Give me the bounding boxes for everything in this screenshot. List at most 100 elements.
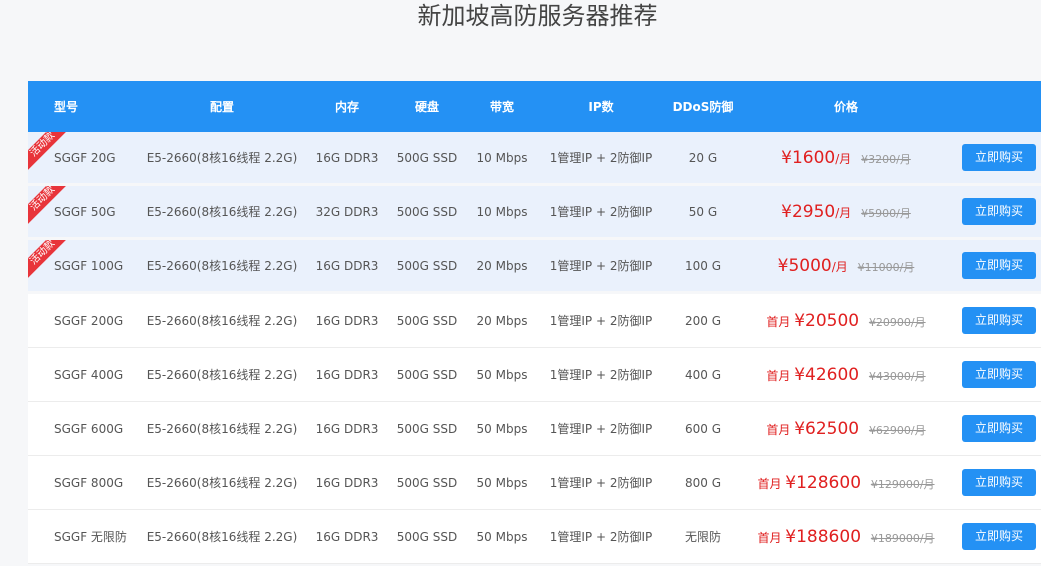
- cell-price: 首月 ¥128600 ¥129000/月: [748, 473, 944, 493]
- price-current: ¥188600: [785, 526, 862, 547]
- price-unit: /月: [835, 205, 852, 220]
- cell-cpu: E5-2660(8核16线程 2.2G): [146, 205, 298, 219]
- buy-now-button[interactable]: 立即购买: [962, 469, 1036, 496]
- buy-now-button[interactable]: 立即购买: [962, 415, 1036, 442]
- cell-bandwidth: 50 Mbps: [476, 421, 528, 436]
- cell-disk: 500G SSD: [396, 258, 458, 273]
- cell-cpu: E5-2660(8核16线程 2.2G): [146, 422, 298, 436]
- header-model: 型号: [54, 100, 79, 114]
- cell-cpu: E5-2660(8核16线程 2.2G): [146, 314, 298, 328]
- header-bandwidth: 带宽: [489, 100, 514, 114]
- buy-now-button[interactable]: 立即购买: [962, 198, 1036, 225]
- cell-price: 首月 ¥188600 ¥189000/月: [748, 527, 944, 547]
- price-current: ¥62500: [794, 418, 860, 439]
- cell-buy: 立即购买: [944, 198, 1041, 225]
- cell-disk: 500G SSD: [396, 150, 458, 165]
- header-memory: 内存: [334, 100, 359, 114]
- cell-buy: 立即购买: [944, 361, 1041, 388]
- header-price: 价格: [833, 100, 858, 114]
- cell-price: 首月 ¥20500 ¥20900/月: [748, 311, 944, 331]
- price-current: ¥1600: [781, 147, 836, 168]
- cell-ip: 1管理IP + 2防御IP: [549, 422, 653, 436]
- cell-memory: 16G DDR3: [315, 529, 379, 544]
- cell-model: SGGF 600G: [54, 421, 124, 436]
- price-current: ¥2950: [781, 201, 836, 222]
- buy-now-button[interactable]: 立即购买: [962, 361, 1036, 388]
- cell-model: SGGF 800G: [54, 475, 124, 490]
- price-unit: /月: [831, 259, 848, 274]
- price-prefix: 首月: [757, 476, 782, 491]
- cell-model: SGGF 400G: [54, 367, 124, 382]
- server-pricing-table: 型号 配置 内存 硬盘 带宽 IP数 DDoS防御 价格 活动款 SGGF 20…: [28, 81, 1041, 564]
- cell-ddos: 20 G: [688, 150, 718, 165]
- cell-cpu: E5-2660(8核16线程 2.2G): [146, 476, 298, 490]
- table-row: SGGF 600G E5-2660(8核16线程 2.2G) 16G DDR3 …: [28, 402, 1041, 456]
- cell-bandwidth: 20 Mbps: [476, 313, 528, 328]
- table-body: 活动款 SGGF 20G E5-2660(8核16线程 2.2G) 16G DD…: [28, 132, 1041, 564]
- cell-cpu: E5-2660(8核16线程 2.2G): [146, 368, 298, 382]
- cell-memory: 32G DDR3: [315, 204, 379, 219]
- cell-price: ¥2950/月 ¥5900/月: [748, 202, 944, 222]
- cell-ip: 1管理IP + 2防御IP: [549, 314, 653, 328]
- cell-cpu: E5-2660(8核16线程 2.2G): [146, 259, 298, 273]
- price-unit: /月: [835, 151, 852, 166]
- cell-memory: 16G DDR3: [315, 475, 379, 490]
- cell-ip: 1管理IP + 2防御IP: [549, 205, 653, 219]
- buy-now-button[interactable]: 立即购买: [962, 144, 1036, 171]
- cell-price: ¥5000/月 ¥11000/月: [748, 256, 944, 276]
- cell-model: SGGF 20G: [54, 150, 116, 165]
- cell-disk: 500G SSD: [396, 529, 458, 544]
- cell-buy: 立即购买: [944, 252, 1041, 279]
- table-row: 活动款 SGGF 20G E5-2660(8核16线程 2.2G) 16G DD…: [28, 132, 1041, 186]
- cell-ddos: 800 G: [684, 475, 722, 490]
- price-current: ¥20500: [794, 310, 860, 331]
- cell-memory: 16G DDR3: [315, 313, 379, 328]
- cell-model: SGGF 50G: [54, 204, 116, 219]
- cell-ddos: 100 G: [684, 258, 722, 273]
- cell-price: 首月 ¥62500 ¥62900/月: [748, 419, 944, 439]
- cell-ip: 1管理IP + 2防御IP: [549, 530, 653, 544]
- header-ip: IP数: [588, 100, 614, 114]
- cell-disk: 500G SSD: [396, 475, 458, 490]
- price-original: ¥62900/月: [868, 423, 926, 437]
- cell-buy: 立即购买: [944, 523, 1041, 550]
- price-current: ¥128600: [785, 472, 862, 493]
- table-row: SGGF 200G E5-2660(8核16线程 2.2G) 16G DDR3 …: [28, 294, 1041, 348]
- price-original: ¥11000/月: [857, 260, 915, 274]
- cell-bandwidth: 10 Mbps: [476, 204, 528, 219]
- cell-buy: 立即购买: [944, 144, 1041, 171]
- table-row: SGGF 400G E5-2660(8核16线程 2.2G) 16G DDR3 …: [28, 348, 1041, 402]
- header-disk: 硬盘: [414, 100, 439, 114]
- price-original: ¥3200/月: [861, 152, 911, 166]
- price-current: ¥5000: [777, 255, 832, 276]
- price-original: ¥129000/月: [870, 477, 935, 491]
- price-prefix: 首月: [766, 368, 791, 383]
- cell-disk: 500G SSD: [396, 204, 458, 219]
- buy-now-button[interactable]: 立即购买: [962, 252, 1036, 279]
- cell-ddos: 400 G: [684, 367, 722, 382]
- cell-bandwidth: 10 Mbps: [476, 150, 528, 165]
- table-row: SGGF 800G E5-2660(8核16线程 2.2G) 16G DDR3 …: [28, 456, 1041, 510]
- cell-model: SGGF 200G: [54, 313, 124, 328]
- cell-memory: 16G DDR3: [315, 150, 379, 165]
- cell-memory: 16G DDR3: [315, 367, 379, 382]
- page-title: 新加坡高防服务器推荐: [417, 2, 658, 30]
- cell-ddos: 无限防: [684, 530, 721, 544]
- price-prefix: 首月: [757, 530, 782, 545]
- cell-buy: 立即购买: [944, 469, 1041, 496]
- buy-now-button[interactable]: 立即购买: [962, 523, 1036, 550]
- cell-price: 首月 ¥42600 ¥43000/月: [748, 365, 944, 385]
- price-original: ¥20900/月: [868, 315, 926, 329]
- cell-ddos: 600 G: [684, 421, 722, 436]
- cell-model: SGGF 无限防: [54, 530, 127, 544]
- cell-cpu: E5-2660(8核16线程 2.2G): [146, 151, 298, 165]
- cell-ddos: 200 G: [684, 313, 722, 328]
- cell-ip: 1管理IP + 2防御IP: [549, 368, 653, 382]
- cell-model: SGGF 100G: [54, 258, 124, 273]
- buy-now-button[interactable]: 立即购买: [962, 307, 1036, 334]
- cell-ip: 1管理IP + 2防御IP: [549, 259, 653, 273]
- table-header: 型号 配置 内存 硬盘 带宽 IP数 DDoS防御 价格: [28, 81, 1041, 132]
- cell-buy: 立即购买: [944, 415, 1041, 442]
- cell-price: ¥1600/月 ¥3200/月: [748, 148, 944, 168]
- price-original: ¥5900/月: [861, 206, 911, 220]
